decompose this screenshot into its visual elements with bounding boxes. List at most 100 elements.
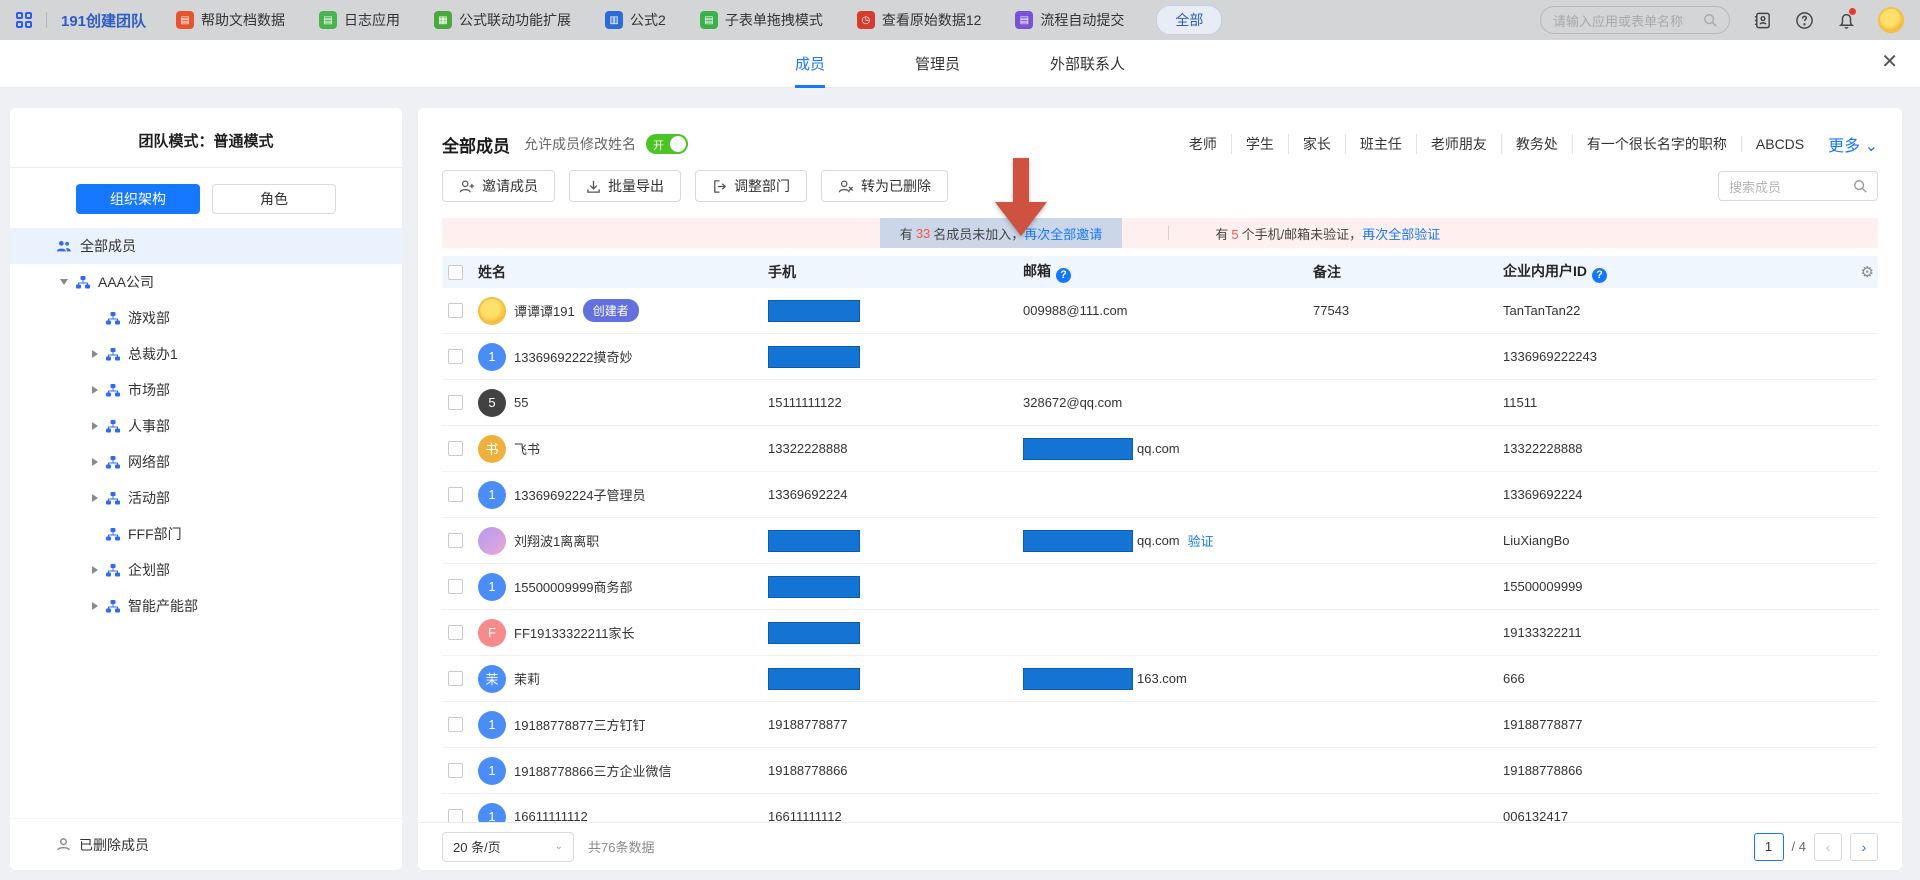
row-checkbox[interactable]	[448, 717, 463, 732]
all-apps-pill[interactable]: 全部	[1156, 5, 1222, 35]
role-tag[interactable]: 班主任	[1345, 134, 1416, 154]
tree-item-dept[interactable]: 网络部	[10, 444, 402, 480]
tab-管理员[interactable]: 管理员	[915, 40, 960, 88]
tree-item-label: FFF部门	[128, 524, 182, 544]
app-tab[interactable]: ▤流程自动提交	[1015, 10, 1124, 30]
role-tag[interactable]: 老师	[1175, 134, 1231, 154]
userid-help-icon[interactable]: ?	[1592, 268, 1607, 283]
org-structure-button[interactable]: 组织架构	[76, 184, 200, 214]
tree-item-dept[interactable]: AAA公司	[10, 264, 402, 300]
expand-arrow-icon[interactable]	[92, 566, 98, 574]
move-to-deleted-button[interactable]: 转为已删除	[821, 170, 948, 202]
app-tab[interactable]: ▤日志应用	[319, 10, 400, 30]
rename-toggle[interactable]: 开	[646, 134, 688, 154]
avatar: F	[478, 619, 506, 647]
row-checkbox[interactable]	[448, 809, 463, 822]
reverify-all-link[interactable]: 再次全部验证	[1362, 227, 1440, 242]
invite-member-button[interactable]: 邀请成员	[442, 170, 555, 202]
member-name: 刘翔波1离离职	[514, 531, 599, 550]
role-tag[interactable]: 教务处	[1501, 134, 1572, 154]
app-tab[interactable]: ▥公式2	[605, 10, 666, 30]
checkbox-cell	[442, 441, 478, 456]
tree-item-all-members[interactable]: 全部成员	[10, 228, 402, 264]
expand-arrow-icon[interactable]	[92, 350, 98, 358]
contacts-icon[interactable]	[1752, 10, 1772, 30]
org-sidebar: 团队模式：普通模式 组织架构 角色 全部成员 AAA公司游戏部总裁办1市场部人事…	[10, 108, 402, 870]
role-button[interactable]: 角色	[212, 184, 336, 214]
app-grid-icon[interactable]	[16, 12, 32, 28]
col-header-email: 邮箱?	[1023, 261, 1313, 283]
member-name-cell: 119188778866三方企业微信	[478, 757, 768, 785]
app-tab[interactable]: ▦公式联动功能扩展	[434, 10, 571, 30]
row-checkbox[interactable]	[448, 441, 463, 456]
current-page-input[interactable]: 1	[1754, 833, 1784, 861]
team-name-link[interactable]: 191创建团队	[61, 10, 146, 31]
reinvite-all-link[interactable]: 再次全部邀请	[1024, 224, 1102, 243]
notification-bell-icon[interactable]	[1836, 10, 1856, 30]
adjust-department-button[interactable]: 调整部门	[695, 170, 807, 202]
tab-成员[interactable]: 成员	[795, 40, 825, 88]
row-checkbox[interactable]	[448, 671, 463, 686]
row-checkbox[interactable]	[448, 533, 463, 548]
phone-cell: 15111111122	[768, 395, 1023, 410]
expand-arrow-icon[interactable]	[92, 458, 98, 466]
role-tag[interactable]: 学生	[1231, 134, 1288, 154]
member-name: 16611111112	[514, 809, 588, 822]
page-size-select[interactable]: 20 条/页⌄	[442, 832, 574, 862]
expand-arrow-icon[interactable]	[92, 602, 98, 610]
email-help-icon[interactable]: ?	[1056, 268, 1071, 283]
user-avatar[interactable]	[1878, 7, 1904, 33]
app-tab[interactable]: ◷查看原始数据12	[857, 10, 982, 30]
row-checkbox[interactable]	[448, 763, 463, 778]
role-tag[interactable]: 老师朋友	[1416, 134, 1501, 154]
tree-item-dept[interactable]: 市场部	[10, 372, 402, 408]
help-icon[interactable]	[1794, 10, 1814, 30]
redacted-phone	[768, 622, 860, 644]
row-checkbox[interactable]	[448, 579, 463, 594]
column-settings-gear-icon[interactable]: ⚙	[1848, 263, 1878, 281]
avatar: 书	[478, 435, 506, 463]
prev-page-button[interactable]: ‹	[1814, 833, 1842, 861]
expand-arrow-icon[interactable]	[60, 279, 68, 285]
redacted-phone	[768, 668, 860, 690]
role-tag[interactable]: 有一个很长名字的职称	[1572, 134, 1741, 154]
close-icon[interactable]: ✕	[1881, 52, 1898, 72]
phone-cell	[768, 300, 1023, 322]
row-checkbox[interactable]	[448, 625, 463, 640]
rename-toggle-label: 允许成员修改姓名	[524, 134, 636, 154]
deleted-members-entry[interactable]: 已删除成员	[10, 818, 402, 870]
tree-item-dept[interactable]: 总裁办1	[10, 336, 402, 372]
tree-item-dept[interactable]: FFF部门	[10, 516, 402, 552]
tree-item-dept[interactable]: 活动部	[10, 480, 402, 516]
expand-arrow-icon[interactable]	[92, 422, 98, 430]
role-tag[interactable]: 家长	[1288, 134, 1345, 154]
more-roles-button[interactable]: 更多 ⌄	[1828, 132, 1878, 156]
note-cell: 77543	[1313, 303, 1503, 318]
row-checkbox[interactable]	[448, 487, 463, 502]
batch-export-button[interactable]: 批量导出	[569, 170, 681, 202]
row-checkbox[interactable]	[448, 303, 463, 318]
tree-item-dept[interactable]: 人事部	[10, 408, 402, 444]
row-checkbox[interactable]	[448, 349, 463, 364]
select-all-checkbox[interactable]	[448, 265, 463, 280]
expand-arrow-icon[interactable]	[92, 386, 98, 394]
tree-item-dept[interactable]: 企划部	[10, 552, 402, 588]
member-name: 谭谭谭191	[514, 301, 575, 320]
role-tag[interactable]: ABCDS	[1741, 136, 1818, 152]
verify-email-link[interactable]: 验证	[1188, 531, 1214, 550]
tab-外部联系人[interactable]: 外部联系人	[1050, 40, 1125, 88]
tree-item-dept[interactable]: 智能产能部	[10, 588, 402, 624]
col-header-note: 备注	[1313, 262, 1503, 282]
uninvited-notice[interactable]: 有33名成员未加入，再次全部邀请	[880, 218, 1123, 248]
row-checkbox[interactable]	[448, 395, 463, 410]
member-search-input[interactable]: 搜索成员	[1718, 171, 1878, 201]
member-search-placeholder: 搜索成员	[1729, 177, 1853, 196]
tree-item-dept[interactable]: 游戏部	[10, 300, 402, 336]
email-suffix: qq.com	[1137, 441, 1180, 456]
member-name-cell: 刘翔波1离离职	[478, 527, 768, 555]
app-tab[interactable]: ▤帮助文档数据	[176, 10, 285, 30]
app-tab[interactable]: ▤子表单拖拽模式	[700, 10, 823, 30]
next-page-button[interactable]: ›	[1850, 833, 1878, 861]
global-search-input[interactable]: 请输入应用或表单名称	[1540, 6, 1730, 34]
expand-arrow-icon[interactable]	[92, 494, 98, 502]
